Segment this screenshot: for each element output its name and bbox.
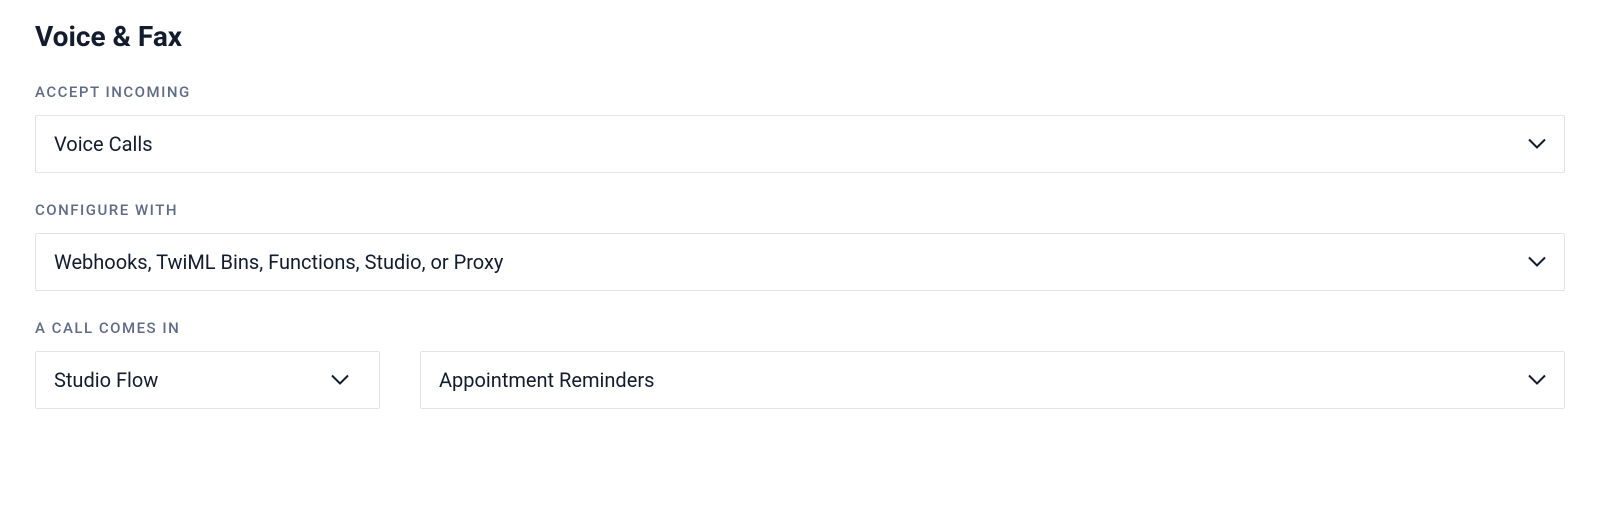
call-handler-type-value: Studio Flow [54, 368, 158, 392]
configure-with-label: Configure With [35, 201, 1565, 219]
accept-incoming-value: Voice Calls [54, 132, 153, 156]
accept-incoming-select[interactable]: Voice Calls [35, 115, 1565, 173]
call-handler-value-select[interactable]: Appointment Reminders [420, 351, 1565, 409]
configure-with-value: Webhooks, TwiML Bins, Functions, Studio,… [54, 250, 503, 274]
accept-incoming-label: Accept Incoming [35, 83, 1565, 101]
configure-with-group: Configure With Webhooks, TwiML Bins, Fun… [35, 201, 1565, 291]
call-comes-in-group: A Call Comes In Studio Flow Appointment … [35, 319, 1565, 409]
section-title: Voice & Fax [35, 20, 1565, 53]
call-comes-in-label: A Call Comes In [35, 319, 1565, 337]
call-handler-value: Appointment Reminders [439, 368, 654, 392]
call-handler-type-select[interactable]: Studio Flow [35, 351, 380, 409]
configure-with-select[interactable]: Webhooks, TwiML Bins, Functions, Studio,… [35, 233, 1565, 291]
accept-incoming-group: Accept Incoming Voice Calls [35, 83, 1565, 173]
